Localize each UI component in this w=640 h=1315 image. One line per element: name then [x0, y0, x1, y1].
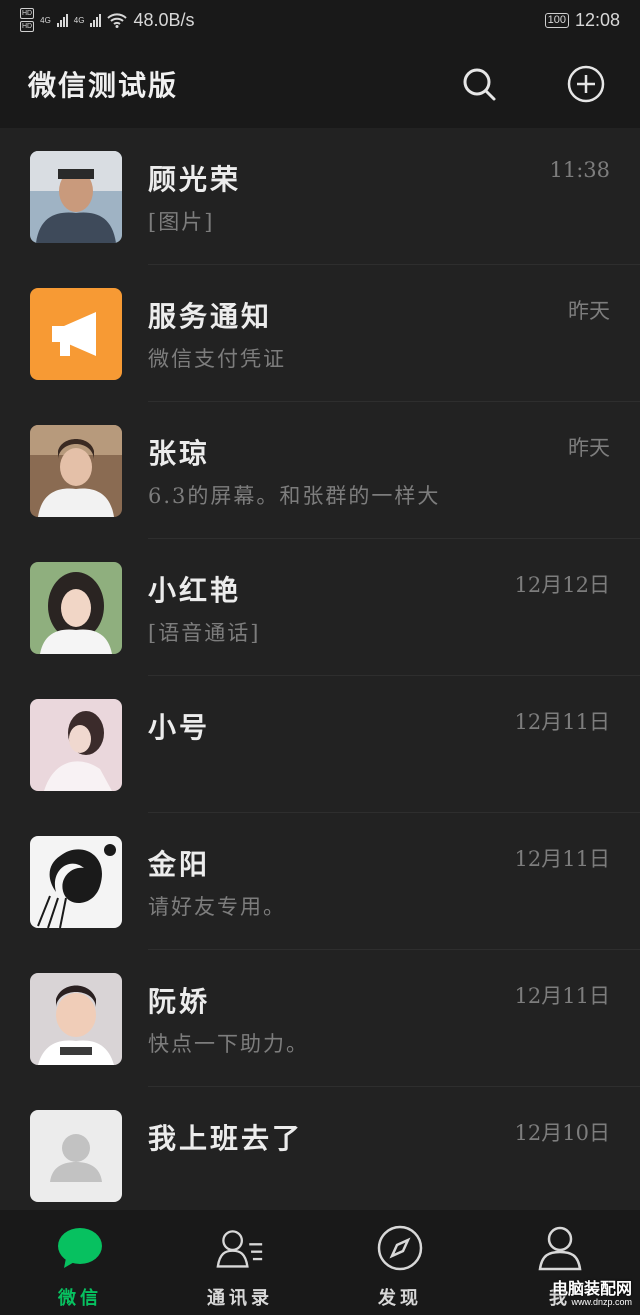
net-speed: 48.0B/s	[133, 9, 195, 30]
watermark-title: 电脑装配网	[551, 1281, 632, 1298]
signal-icon	[56, 13, 68, 27]
chat-item[interactable]: 顾光荣 [图片] 11:38	[0, 128, 640, 265]
battery-icon: 100	[544, 12, 569, 28]
tab-discover[interactable]: 发现	[320, 1210, 480, 1315]
hd-label-2: HD	[20, 21, 35, 32]
chat-bubble-icon	[56, 1224, 104, 1272]
avatar	[30, 151, 122, 243]
chat-time: 昨天	[568, 436, 610, 460]
watermark-url: www.dnzp.com	[571, 1297, 632, 1307]
wifi-icon	[107, 13, 128, 28]
chat-item[interactable]: 小号 12月11日	[0, 676, 640, 813]
avatar	[30, 425, 122, 517]
avatar	[30, 1110, 122, 1202]
clock: 12:08	[574, 9, 620, 30]
page-title: 微信测试版	[28, 69, 179, 102]
tab-label: 通讯录	[207, 1288, 273, 1309]
chat-preview: 请好友专用。	[148, 895, 286, 919]
chat-preview: 6.3的屏幕。和张群的一样大	[148, 484, 441, 508]
tab-bar: 微信 通讯录 发现 我	[0, 1210, 640, 1315]
tab-contacts[interactable]: 通讯录	[160, 1210, 320, 1315]
chat-preview: 快点一下助力。	[148, 1032, 309, 1056]
signal-icon-2	[90, 13, 102, 27]
chat-time: 12月11日	[514, 710, 610, 734]
chat-item[interactable]: 小红艳 [语音通话] 12月12日	[0, 539, 640, 676]
avatar	[30, 562, 122, 654]
chat-name: 阮娇	[148, 985, 211, 1018]
chat-item[interactable]: 张琼 6.3的屏幕。和张群的一样大 昨天	[0, 402, 640, 539]
chat-list[interactable]: 顾光荣 [图片] 11:38 服务通知 微信支付凭证 昨天 张琼 6.3的屏幕。…	[0, 128, 640, 1210]
search-button[interactable]	[459, 64, 499, 104]
chat-preview: [语音通话]	[148, 621, 261, 645]
hd-indicators: HD HD	[20, 8, 35, 32]
megaphone-icon	[30, 288, 122, 380]
chat-name: 金阳	[148, 848, 211, 881]
tab-chats[interactable]: 微信	[0, 1210, 160, 1315]
avatar	[30, 288, 122, 380]
plus-circle-icon	[567, 65, 605, 103]
watermark: 电脑装配网 www.dnzp.com	[552, 1282, 632, 1307]
chat-name: 我上班去了	[148, 1122, 304, 1155]
chat-preview: [图片]	[148, 210, 215, 234]
avatar	[30, 836, 122, 928]
chat-name: 小号	[148, 711, 211, 744]
chat-time: 12月11日	[514, 847, 610, 871]
chat-item[interactable]: 阮娇 快点一下助力。 12月11日	[0, 950, 640, 1087]
chat-preview: 微信支付凭证	[148, 347, 286, 371]
compass-icon	[376, 1224, 424, 1272]
search-icon	[463, 68, 496, 101]
chat-time: 11:38	[549, 158, 610, 182]
tab-label: 微信	[58, 1288, 102, 1309]
lte-label-1: 4G	[40, 15, 51, 25]
chat-item[interactable]: 服务通知 微信支付凭证 昨天	[0, 265, 640, 402]
chat-time: 昨天	[568, 299, 610, 323]
chat-item[interactable]: 我上班去了 12月10日	[0, 1087, 640, 1210]
chat-name: 小红艳	[148, 574, 242, 607]
app-header: 微信测试版	[0, 40, 640, 128]
chat-time: 12月11日	[514, 984, 610, 1008]
chat-name: 张琼	[148, 437, 211, 470]
status-bar: HD HD 4G 4G 48.0B/s 100 12:08	[0, 0, 640, 40]
contacts-icon	[216, 1224, 264, 1272]
tab-label: 发现	[378, 1288, 422, 1309]
avatar	[30, 973, 122, 1065]
chat-name: 顾光荣	[148, 163, 242, 196]
default-user-icon	[30, 1110, 122, 1202]
chat-time: 12月12日	[514, 573, 610, 597]
chat-time: 12月10日	[514, 1121, 610, 1145]
add-button[interactable]	[566, 64, 606, 104]
person-icon	[536, 1224, 584, 1272]
chat-item[interactable]: 金阳 请好友专用。 12月11日	[0, 813, 640, 950]
lte-label-2: 4G	[73, 15, 85, 25]
chat-name: 服务通知	[148, 300, 273, 333]
network-indicators: HD HD 4G 4G 48.0B/s	[20, 8, 195, 32]
avatar	[30, 699, 122, 791]
hd-label-1: HD	[20, 8, 35, 19]
